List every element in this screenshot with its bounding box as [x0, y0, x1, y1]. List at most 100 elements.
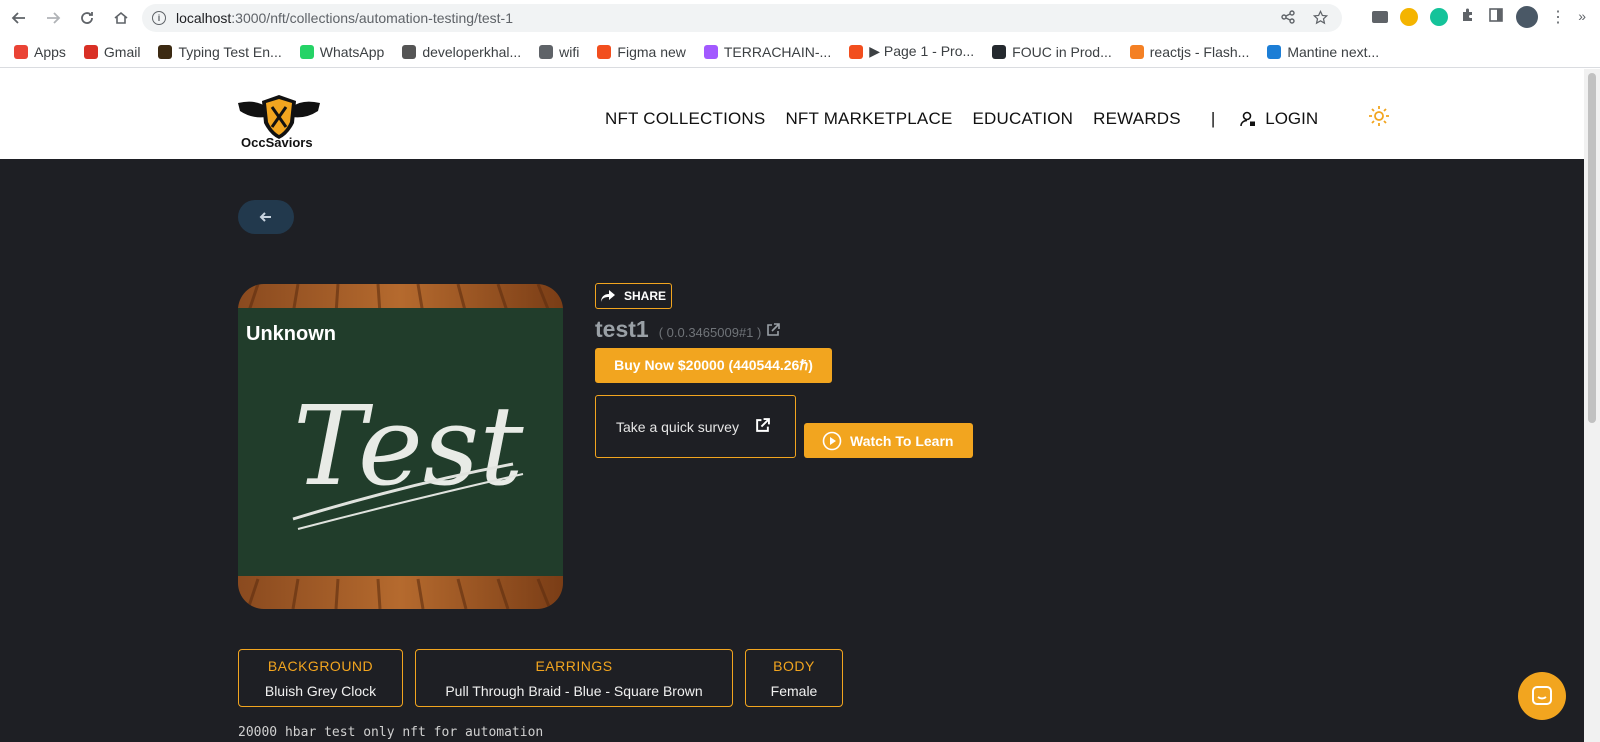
bookmark-star-icon[interactable]	[1312, 9, 1329, 28]
bookmark-favicon-icon	[14, 44, 28, 59]
nft-image-label: Unknown	[246, 323, 336, 345]
bookmark-favicon-icon	[597, 44, 612, 59]
watch-label: Watch To Learn	[850, 432, 954, 449]
share-button[interactable]: SHARE	[595, 283, 672, 309]
nft-detail-page: Test Unknown SHARE test1 ( 0.0.3465009#1…	[0, 159, 1584, 742]
external-link-icon[interactable]	[766, 323, 781, 342]
bookmark-item[interactable]: Gmail	[83, 43, 141, 60]
forward-arrow-icon[interactable]	[38, 3, 68, 33]
nav-rewards[interactable]: REWARDS	[1093, 109, 1181, 129]
bookmark-item[interactable]: Figma new	[597, 43, 686, 60]
bookmark-label: Typing Test En...	[178, 43, 282, 60]
attribute-value: Bluish Grey Clock	[264, 682, 377, 699]
bookmark-label: Gmail	[103, 43, 141, 60]
nav-separator: |	[1210, 109, 1216, 128]
site-header: OccSaviors NFT COLLECTIONS NFT MARKETPLA…	[0, 69, 1584, 159]
bookmark-favicon-icon	[83, 44, 98, 59]
attribute-key: EARRINGS	[535, 657, 613, 674]
back-button[interactable]	[238, 200, 294, 234]
address-bar[interactable]: i localhost:3000/nft/collections/automat…	[142, 4, 1342, 32]
page-scrollbar[interactable]	[1584, 69, 1600, 742]
bookmark-favicon-icon	[299, 44, 314, 59]
survey-button[interactable]: Take a quick survey	[595, 395, 796, 458]
bookmark-label: reactjs - Flash...	[1149, 43, 1250, 60]
bookmark-label: developerkhal...	[422, 43, 522, 60]
bookmark-item[interactable]: WhatsApp	[299, 43, 385, 60]
back-arrow-icon[interactable]	[4, 3, 34, 33]
bookmark-item[interactable]: Apps	[14, 44, 66, 60]
attribute-key: BACKGROUND	[267, 657, 374, 674]
bookmark-favicon-icon	[703, 44, 718, 59]
attribute-body: BODY Female	[745, 649, 843, 707]
bookmark-favicon-icon	[539, 44, 554, 59]
theme-toggle-sun-icon[interactable]	[1368, 105, 1390, 133]
reload-icon[interactable]	[72, 3, 102, 33]
bookmark-label: Apps	[34, 43, 66, 60]
buy-now-button[interactable]: Buy Now $20000 (440544.26ℏ)	[595, 348, 832, 383]
bookmarks-overflow-icon[interactable]: »	[1578, 8, 1586, 24]
bookmark-favicon-icon	[1129, 44, 1144, 59]
profile-avatar[interactable]	[1516, 6, 1538, 28]
bookmark-favicon-icon	[158, 44, 173, 59]
extension-card-icon[interactable]	[1372, 11, 1388, 23]
bookmark-favicon-icon	[849, 44, 864, 59]
browser-menu-icon[interactable]: ⋮	[1550, 7, 1566, 27]
bookmark-item[interactable]: Mantine next...	[1267, 44, 1379, 60]
bookmark-item[interactable]: ▶ Page 1 - Pro...	[849, 43, 974, 60]
site-info-icon[interactable]: i	[152, 11, 166, 25]
bookmark-label: Mantine next...	[1287, 43, 1380, 60]
bookmark-item[interactable]: developerkhal...	[402, 44, 521, 60]
main-nav: NFT COLLECTIONS NFT MARKETPLACE EDUCATIO…	[605, 105, 1390, 133]
bookmark-item[interactable]: Typing Test En...	[158, 43, 282, 60]
bookmark-item[interactable]: TERRACHAIN-...	[703, 43, 832, 60]
bookmark-label: FOUC in Prod...	[1012, 43, 1112, 60]
nft-description: 20000 hbar test only nft for automation	[238, 725, 544, 740]
bookmark-favicon-icon	[992, 44, 1007, 59]
home-icon[interactable]	[106, 3, 136, 33]
nav-nft-marketplace[interactable]: NFT MARKETPLACE	[785, 109, 952, 129]
attribute-background: BACKGROUND Bluish Grey Clock	[238, 649, 403, 707]
watch-to-learn-button[interactable]: Watch To Learn	[804, 423, 973, 458]
login-link[interactable]: LOGIN	[1239, 109, 1318, 129]
nft-token-id: ( 0.0.3465009#1 )	[658, 325, 762, 340]
survey-label: Take a quick survey	[616, 418, 739, 435]
chat-icon	[1532, 686, 1552, 705]
bookmark-favicon-icon	[1267, 44, 1282, 59]
share-arrow-icon	[601, 290, 615, 302]
extensions-puzzle-icon[interactable]	[1460, 7, 1476, 28]
chat-launcher-button[interactable]	[1518, 672, 1566, 720]
nft-image-chalk-text: Test	[293, 382, 524, 510]
nav-nft-collections[interactable]: NFT COLLECTIONS	[605, 109, 765, 129]
login-label: LOGIN	[1265, 109, 1319, 128]
arrow-left-icon	[259, 212, 271, 222]
extension-g-icon[interactable]	[1400, 8, 1418, 26]
scrollbar-thumb[interactable]	[1588, 73, 1596, 423]
bookmark-item[interactable]: reactjs - Flash...	[1129, 43, 1250, 60]
bookmark-favicon-icon	[402, 44, 417, 59]
bookmark-item[interactable]: FOUC in Prod...	[992, 44, 1112, 60]
browser-toolbar: i localhost:3000/nft/collections/automat…	[0, 0, 1600, 36]
user-lock-icon	[1240, 111, 1256, 127]
bookmark-label: wifi	[559, 43, 580, 60]
bookmarks-bar: Apps Gmail Typing Test En... WhatsApp develo…	[0, 36, 1600, 68]
bookmark-label: Figma new	[617, 43, 686, 60]
share-page-icon[interactable]	[1281, 10, 1295, 28]
url-text: localhost:3000/nft/collections/automatio…	[176, 10, 513, 26]
bookmark-label: WhatsApp	[319, 43, 385, 60]
nav-education[interactable]: EDUCATION	[973, 109, 1074, 129]
nft-title: test1	[595, 316, 649, 342]
share-label: SHARE	[624, 289, 667, 303]
bookmark-label: ▶ Page 1 - Pro...	[869, 43, 975, 59]
side-panel-icon[interactable]	[1488, 7, 1504, 28]
extension-grammarly-icon[interactable]	[1430, 8, 1448, 26]
bookmark-item[interactable]: wifi	[539, 44, 579, 60]
attribute-value: Female	[770, 682, 818, 699]
attribute-earrings: EARRINGS Pull Through Braid - Blue - Squ…	[415, 649, 733, 707]
attribute-value: Pull Through Braid - Blue - Square Brown	[445, 682, 703, 699]
nft-title-row: test1 ( 0.0.3465009#1 )	[595, 316, 781, 343]
attribute-key: BODY	[773, 657, 815, 674]
play-circle-icon	[822, 431, 842, 450]
logo-text: OccSaviors	[241, 135, 313, 150]
bookmark-label: TERRACHAIN-...	[723, 43, 832, 60]
external-link-icon	[755, 417, 770, 436]
